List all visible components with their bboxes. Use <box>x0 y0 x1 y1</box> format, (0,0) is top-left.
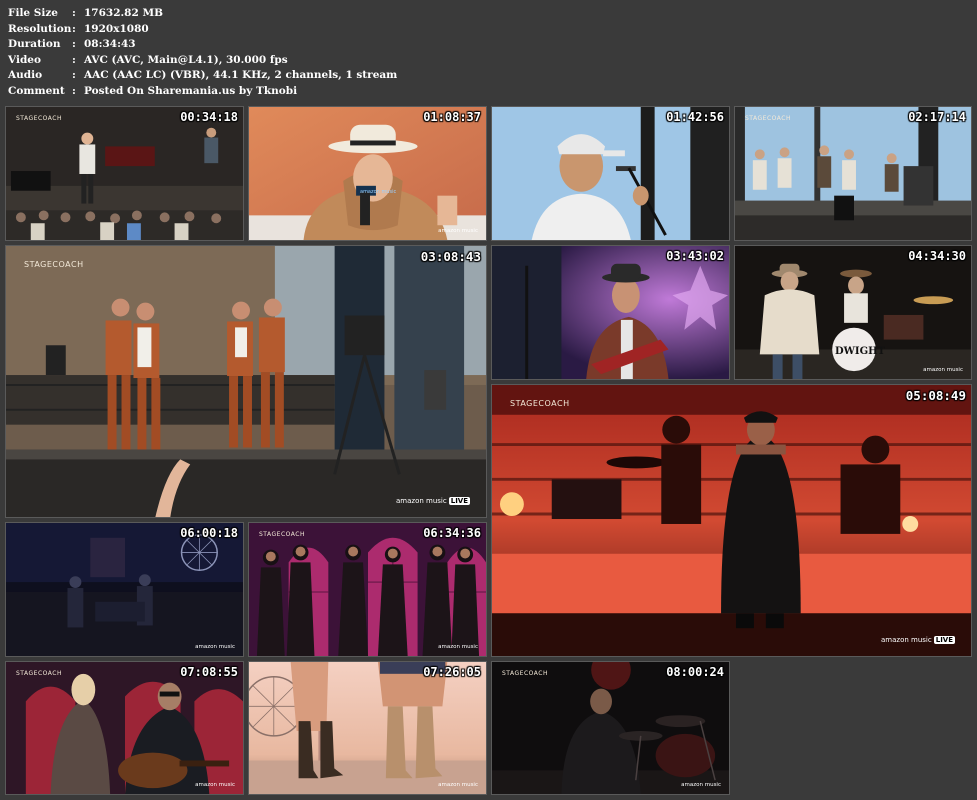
frame-singer-daylight <box>492 107 729 240</box>
frame-singer-red-stage <box>492 385 971 656</box>
info-row-file-size: File Size : 17632.82 MB <box>8 6 397 22</box>
info-label: File Size <box>8 7 58 19</box>
frame-interview <box>249 107 486 240</box>
timestamp: 00:34:18 <box>180 110 238 124</box>
info-value: AVC (AVC, Main@L4.1), 30.000 fps <box>84 53 288 66</box>
thumbnail-7: 04:34:30 DWIGHT amazon music <box>734 245 972 380</box>
info-separator: : <box>72 38 76 51</box>
frame-guitarist-cosmic <box>492 246 729 379</box>
info-label: Video <box>8 53 41 66</box>
frame-dancers-pink <box>249 523 486 656</box>
frame-band-daylight <box>735 107 971 240</box>
info-row-video: Video : AVC (AVC, Main@L4.1), 30.000 fps <box>8 53 397 69</box>
thumbnail-3: 01:42:56 <box>491 106 730 241</box>
info-separator: : <box>72 69 76 82</box>
info-label: Comment <box>8 84 65 97</box>
thumbnail-8-large: STAGECOACH 05:08:49 amazon music LIVE <box>491 384 972 657</box>
timestamp: 06:00:18 <box>180 526 238 540</box>
info-value: AAC (AAC LC) (VBR), 44.1 KHz, 2 channels… <box>84 69 398 82</box>
live-badge: LIVE <box>448 497 470 505</box>
amazon-music-logo: amazon music <box>195 782 235 788</box>
file-info-header: File Size : 17632.82 MB Resolution : 192… <box>8 6 397 100</box>
info-row-duration: Duration : 08:34:43 <box>8 37 397 53</box>
amazon-music-logo: amazon music <box>681 782 721 788</box>
thumbnail-10: STAGECOACH 06:34:36 amazon music <box>248 522 487 657</box>
thumbnail-1: STAGECOACH 00:34:18 <box>5 106 244 241</box>
logo-text: amazon music <box>396 497 447 505</box>
watermark: STAGECOACH <box>24 260 84 269</box>
timestamp: 07:08:55 <box>180 665 238 679</box>
thumbnail-13: STAGECOACH 08:00:24 amazon music <box>491 661 730 795</box>
info-value: 17632.82 MB <box>84 7 163 19</box>
frame-band-dancing <box>6 246 486 517</box>
info-separator: : <box>72 7 76 19</box>
info-label: Duration <box>8 38 61 51</box>
info-label: Resolution <box>8 22 72 35</box>
frame-cowboy-boots-sunset <box>249 662 486 794</box>
watermark: STAGECOACH <box>502 670 548 677</box>
info-separator: : <box>72 22 76 35</box>
timestamp: 06:34:36 <box>423 526 481 540</box>
amazon-music-logo: amazon music LIVE <box>881 636 955 644</box>
info-value: Posted On Sharemania.us by Tknobi <box>84 84 298 97</box>
amazon-music-logo: amazon music <box>923 367 963 373</box>
thumbnail-4: STAGECOACH 02:17:14 <box>734 106 972 241</box>
timestamp: 04:34:30 <box>908 249 966 263</box>
info-separator: : <box>72 84 76 97</box>
timestamp: 01:08:37 <box>423 110 481 124</box>
frame-duo-acoustic <box>6 662 243 794</box>
info-label: Audio <box>8 69 43 82</box>
frame-dark-stage <box>6 523 243 656</box>
frame-drummer-dwight <box>735 246 971 379</box>
timestamp: 03:43:02 <box>666 249 724 263</box>
timestamp: 07:26:05 <box>423 665 481 679</box>
amazon-music-logo: amazon music <box>438 644 478 650</box>
thumbnail-9: 06:00:18 amazon music <box>5 522 244 657</box>
timestamp: 02:17:14 <box>908 110 966 124</box>
thumbnail-11: STAGECOACH 07:08:55 amazon music <box>5 661 244 795</box>
timestamp: 03:08:43 <box>420 249 481 264</box>
mic-flag-label: amazon music <box>360 189 397 195</box>
live-badge: LIVE <box>933 636 955 644</box>
info-separator: : <box>72 53 76 66</box>
watermark: STAGECOACH <box>16 670 62 677</box>
thumbnail-12: 07:26:05 amazon music <box>248 661 487 795</box>
info-row-comment: Comment : Posted On Sharemania.us by Tkn… <box>8 84 397 100</box>
thumbnail-5-large: STAGECOACH 03:08:43 amazon music LIVE <box>5 245 487 518</box>
thumbnail-6: 03:43:02 <box>491 245 730 380</box>
watermark: STAGECOACH <box>510 399 570 408</box>
watermark: STAGECOACH <box>259 531 305 538</box>
watermark: STAGECOACH <box>16 115 62 122</box>
info-value: 08:34:43 <box>84 38 136 51</box>
frame-stage-band <box>6 107 243 240</box>
timestamp: 01:42:56 <box>666 110 724 124</box>
amazon-music-logo: amazon music <box>438 228 478 234</box>
info-row-audio: Audio : AAC (AAC LC) (VBR), 44.1 KHz, 2 … <box>8 68 397 84</box>
amazon-music-logo: amazon music LIVE <box>396 497 470 505</box>
logo-text: amazon music <box>881 636 932 644</box>
thumbnail-2: 01:08:37 amazon music amazon music <box>248 106 487 241</box>
amazon-music-logo: amazon music <box>195 644 235 650</box>
drum-head-text: DWIGHT <box>835 346 886 357</box>
timestamp: 08:00:24 <box>666 665 724 679</box>
watermark: STAGECOACH <box>745 115 791 122</box>
info-value: 1920x1080 <box>84 22 149 35</box>
frame-drummer-dark <box>492 662 729 794</box>
amazon-music-logo: amazon music <box>438 782 478 788</box>
info-row-resolution: Resolution : 1920x1080 <box>8 22 397 38</box>
timestamp: 05:08:49 <box>905 388 966 403</box>
